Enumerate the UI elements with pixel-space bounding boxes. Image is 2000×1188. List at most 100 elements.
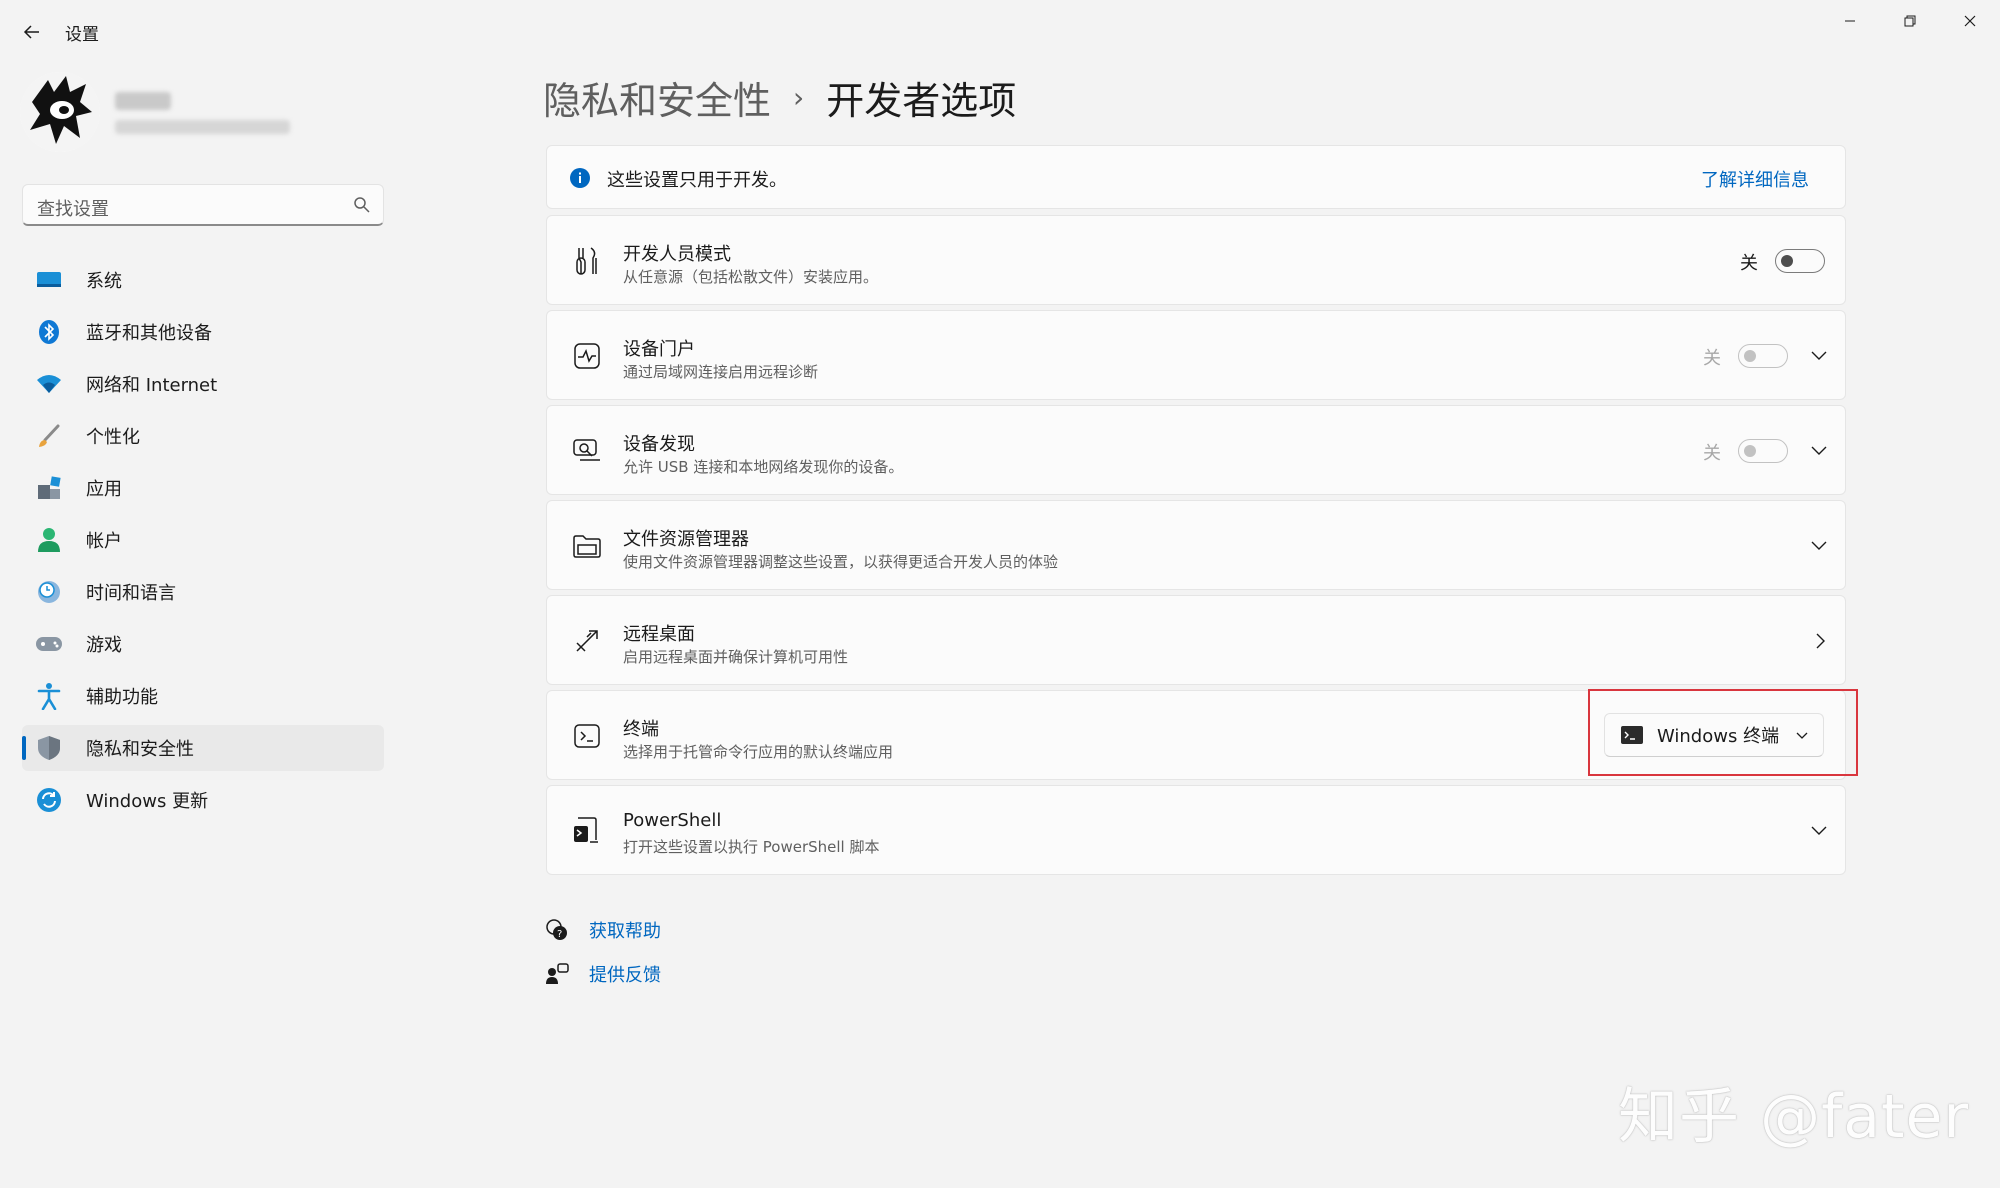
setting-description: 允许 USB 连接和本地网络发现你的设备。 bbox=[623, 458, 904, 476]
device-discovery-icon bbox=[569, 433, 605, 469]
chevron-down-icon[interactable] bbox=[1809, 346, 1829, 366]
sidebar-item-label: 辅助功能 bbox=[86, 687, 158, 708]
setting-description: 从任意源（包括松散文件）安装应用。 bbox=[623, 268, 879, 286]
chevron-down-icon[interactable] bbox=[1809, 536, 1829, 556]
title-bar: 设置 bbox=[0, 0, 2000, 60]
setting-title: 终端 bbox=[623, 719, 659, 740]
toggle-knob bbox=[1744, 445, 1756, 457]
back-button[interactable] bbox=[14, 14, 50, 50]
minimize-icon bbox=[1845, 20, 1855, 22]
sidebar-item-personalization[interactable]: 个性化 bbox=[22, 413, 384, 459]
feedback-link[interactable]: 提供反馈 bbox=[545, 961, 661, 987]
profile-name bbox=[115, 92, 171, 110]
setting-description: 选择用于托管命令行应用的默认终端应用 bbox=[623, 743, 894, 761]
wifi-icon bbox=[34, 369, 64, 399]
clock-globe-icon bbox=[34, 577, 64, 607]
terminal-icon bbox=[569, 718, 605, 754]
active-indicator bbox=[22, 736, 26, 760]
chevron-down-icon[interactable] bbox=[1809, 821, 1829, 841]
bluetooth-icon bbox=[34, 317, 64, 347]
sidebar-item-system[interactable]: 系统 bbox=[22, 257, 384, 303]
sidebar-item-accounts[interactable]: 帐户 bbox=[22, 517, 384, 563]
page-title: 开发者选项 bbox=[826, 79, 1017, 123]
breadcrumb-separator: › bbox=[793, 81, 805, 114]
sidebar-item-label: 帐户 bbox=[86, 531, 122, 552]
sidebar-item-accessibility[interactable]: 辅助功能 bbox=[22, 673, 384, 719]
svg-text:?: ? bbox=[557, 929, 562, 940]
breadcrumb: 隐私和安全性 › 开发者选项 bbox=[543, 70, 1016, 125]
setting-remote-desktop[interactable]: 远程桌面 启用远程桌面并确保计算机可用性 bbox=[546, 595, 1846, 685]
toggle-knob bbox=[1781, 255, 1793, 267]
account-icon bbox=[34, 525, 64, 555]
setting-title: 开发人员模式 bbox=[623, 244, 731, 265]
powershell-icon bbox=[569, 813, 605, 849]
sidebar-item-label: 个性化 bbox=[86, 427, 140, 448]
profile-email bbox=[115, 120, 290, 134]
arrow-left-icon bbox=[23, 25, 39, 39]
setting-description: 使用文件资源管理器调整这些设置，以获得更适合开发人员的体验 bbox=[623, 553, 1059, 571]
setting-device-portal[interactable]: 设备门户 通过局域网连接启用远程诊断 关 bbox=[546, 310, 1846, 400]
sidebar-item-privacy-security[interactable]: 隐私和安全性 bbox=[22, 725, 384, 771]
close-button[interactable] bbox=[1940, 0, 2000, 42]
remote-desktop-icon bbox=[569, 623, 605, 659]
sidebar-item-label: 系统 bbox=[86, 271, 122, 292]
sidebar-item-label: 网络和 Internet bbox=[86, 375, 218, 396]
restore-icon bbox=[1904, 15, 1916, 27]
setting-title: PowerShell bbox=[623, 810, 722, 831]
developer-mode-toggle[interactable] bbox=[1775, 249, 1825, 273]
device-portal-toggle[interactable] bbox=[1738, 344, 1788, 368]
setting-developer-mode[interactable]: 开发人员模式 从任意源（包括松散文件）安装应用。 关 bbox=[546, 215, 1846, 305]
setting-device-discovery[interactable]: 设备发现 允许 USB 连接和本地网络发现你的设备。 关 bbox=[546, 405, 1846, 495]
learn-more-link[interactable]: 了解详细信息 bbox=[1701, 166, 1809, 192]
windows-update-icon bbox=[34, 785, 64, 815]
avatar-image bbox=[20, 72, 100, 152]
setting-title: 远程桌面 bbox=[623, 624, 695, 645]
toggle-knob bbox=[1744, 350, 1756, 362]
watermark: 知乎 @fater bbox=[1618, 1082, 1970, 1152]
avatar[interactable] bbox=[20, 72, 100, 152]
get-help-link[interactable]: ? 获取帮助 bbox=[545, 917, 661, 943]
chevron-right-icon[interactable] bbox=[1811, 631, 1831, 651]
device-discovery-toggle[interactable] bbox=[1738, 439, 1788, 463]
toggle-state-label: 关 bbox=[1703, 443, 1721, 464]
setting-description: 打开这些设置以执行 PowerShell 脚本 bbox=[623, 838, 880, 856]
sidebar-item-label: 应用 bbox=[86, 479, 122, 500]
sidebar-item-label: 蓝牙和其他设备 bbox=[86, 323, 212, 344]
sidebar-item-gaming[interactable]: 游戏 bbox=[22, 621, 384, 667]
sidebar-item-bluetooth[interactable]: 蓝牙和其他设备 bbox=[22, 309, 384, 355]
accessibility-icon bbox=[34, 681, 64, 711]
help-chat-icon: ? bbox=[546, 919, 567, 940]
dev-tools-icon bbox=[569, 243, 605, 279]
chevron-down-icon[interactable] bbox=[1809, 441, 1829, 461]
search-icon[interactable] bbox=[353, 196, 371, 214]
feedback-label: 提供反馈 bbox=[589, 965, 661, 986]
sidebar-item-label: 隐私和安全性 bbox=[86, 739, 194, 760]
minimize-button[interactable] bbox=[1820, 0, 1880, 42]
sidebar-item-label: 时间和语言 bbox=[86, 583, 176, 604]
gamepad-icon bbox=[34, 629, 64, 659]
search-box[interactable]: 查找设置 bbox=[22, 184, 384, 226]
setting-powershell[interactable]: PowerShell 打开这些设置以执行 PowerShell 脚本 bbox=[546, 785, 1846, 875]
setting-description: 通过局域网连接启用远程诊断 bbox=[623, 363, 819, 381]
apps-icon bbox=[34, 473, 64, 503]
sidebar-item-windows-update[interactable]: Windows 更新 bbox=[22, 777, 384, 823]
restore-button[interactable] bbox=[1880, 0, 1940, 42]
toggle-state-label: 关 bbox=[1740, 253, 1758, 274]
setting-title: 设备发现 bbox=[623, 434, 695, 455]
shield-icon bbox=[34, 733, 64, 763]
pulse-icon bbox=[569, 338, 605, 374]
sidebar-item-network[interactable]: 网络和 Internet bbox=[22, 361, 384, 407]
info-text: 这些设置只用于开发。 bbox=[607, 170, 787, 191]
setting-title: 设备门户 bbox=[623, 339, 695, 360]
sidebar-item-apps[interactable]: 应用 bbox=[22, 465, 384, 511]
monitor-icon bbox=[34, 265, 64, 295]
setting-file-explorer[interactable]: 文件资源管理器 使用文件资源管理器调整这些设置，以获得更适合开发人员的体验 bbox=[546, 500, 1846, 590]
breadcrumb-parent[interactable]: 隐私和安全性 bbox=[543, 70, 771, 125]
app-title: 设置 bbox=[65, 25, 99, 45]
toggle-state-label: 关 bbox=[1703, 348, 1721, 369]
brush-icon bbox=[34, 421, 64, 451]
search-input[interactable]: 查找设置 bbox=[37, 195, 109, 221]
sidebar-item-time-language[interactable]: 时间和语言 bbox=[22, 569, 384, 615]
feedback-icon bbox=[546, 963, 569, 984]
sidebar-item-label: 游戏 bbox=[86, 635, 122, 656]
